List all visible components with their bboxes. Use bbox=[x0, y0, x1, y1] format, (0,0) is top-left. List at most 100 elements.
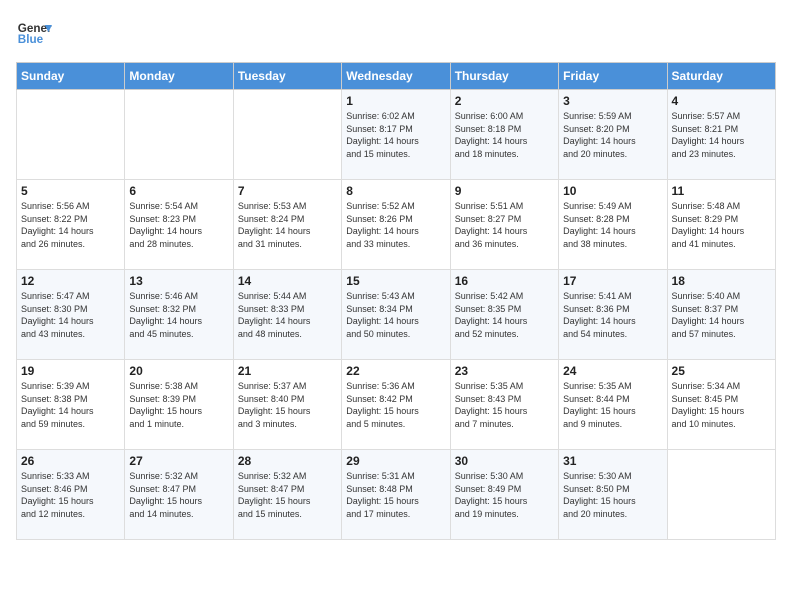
calendar-cell: 19 Sunrise: 5:39 AM Sunset: 8:38 PM Dayli… bbox=[17, 360, 125, 450]
calendar-cell: 30 Sunrise: 5:30 AM Sunset: 8:49 PM Dayli… bbox=[450, 450, 558, 540]
day-number: 1 bbox=[346, 94, 445, 108]
day-number: 5 bbox=[21, 184, 120, 198]
calendar-cell: 15 Sunrise: 5:43 AM Sunset: 8:34 PM Dayli… bbox=[342, 270, 450, 360]
day-info: Sunrise: 5:57 AM Sunset: 8:21 PM Dayligh… bbox=[672, 110, 771, 160]
day-info: Sunrise: 5:52 AM Sunset: 8:26 PM Dayligh… bbox=[346, 200, 445, 250]
day-info: Sunrise: 6:00 AM Sunset: 8:18 PM Dayligh… bbox=[455, 110, 554, 160]
calendar-cell: 20 Sunrise: 5:38 AM Sunset: 8:39 PM Dayli… bbox=[125, 360, 233, 450]
calendar-cell: 3 Sunrise: 5:59 AM Sunset: 8:20 PM Daylig… bbox=[559, 90, 667, 180]
day-info: Sunrise: 5:41 AM Sunset: 8:36 PM Dayligh… bbox=[563, 290, 662, 340]
day-info: Sunrise: 5:32 AM Sunset: 8:47 PM Dayligh… bbox=[238, 470, 337, 520]
day-number: 4 bbox=[672, 94, 771, 108]
calendar-cell: 25 Sunrise: 5:34 AM Sunset: 8:45 PM Dayli… bbox=[667, 360, 775, 450]
weekday-header-monday: Monday bbox=[125, 63, 233, 90]
day-number: 6 bbox=[129, 184, 228, 198]
weekday-header-friday: Friday bbox=[559, 63, 667, 90]
day-number: 12 bbox=[21, 274, 120, 288]
calendar-cell: 14Sunrise: 5:44 AM Sunset: 8:33 PM Dayli… bbox=[233, 270, 341, 360]
day-number: 27 bbox=[129, 454, 228, 468]
day-number: 13 bbox=[129, 274, 228, 288]
day-number: 3 bbox=[563, 94, 662, 108]
calendar-cell: 1 Sunrise: 6:02 AM Sunset: 8:17 PM Daylig… bbox=[342, 90, 450, 180]
day-number: 22 bbox=[346, 364, 445, 378]
day-number: 31 bbox=[563, 454, 662, 468]
weekday-header-tuesday: Tuesday bbox=[233, 63, 341, 90]
calendar-cell: 18 Sunrise: 5:40 AM Sunset: 8:37 PM Dayli… bbox=[667, 270, 775, 360]
day-info: Sunrise: 5:56 AM Sunset: 8:22 PM Dayligh… bbox=[21, 200, 120, 250]
calendar-cell: 28 Sunrise: 5:32 AM Sunset: 8:47 PM Dayli… bbox=[233, 450, 341, 540]
calendar-cell: 10Sunrise: 5:49 AM Sunset: 8:28 PM Dayli… bbox=[559, 180, 667, 270]
calendar-cell bbox=[233, 90, 341, 180]
day-info: Sunrise: 5:53 AM Sunset: 8:24 PM Dayligh… bbox=[238, 200, 337, 250]
day-number: 26 bbox=[21, 454, 120, 468]
day-number: 17 bbox=[563, 274, 662, 288]
calendar-cell: 23 Sunrise: 5:35 AM Sunset: 8:43 PM Dayli… bbox=[450, 360, 558, 450]
day-number: 15 bbox=[346, 274, 445, 288]
day-info: Sunrise: 5:38 AM Sunset: 8:39 PM Dayligh… bbox=[129, 380, 228, 430]
day-number: 18 bbox=[672, 274, 771, 288]
day-info: Sunrise: 5:51 AM Sunset: 8:27 PM Dayligh… bbox=[455, 200, 554, 250]
calendar-cell: 12Sunrise: 5:47 AM Sunset: 8:30 PM Dayli… bbox=[17, 270, 125, 360]
calendar-cell: 7Sunrise: 5:53 AM Sunset: 8:24 PM Daylig… bbox=[233, 180, 341, 270]
day-number: 8 bbox=[346, 184, 445, 198]
day-info: Sunrise: 5:32 AM Sunset: 8:47 PM Dayligh… bbox=[129, 470, 228, 520]
weekday-header-sunday: Sunday bbox=[17, 63, 125, 90]
calendar-cell: 26 Sunrise: 5:33 AM Sunset: 8:46 PM Dayli… bbox=[17, 450, 125, 540]
day-info: Sunrise: 5:54 AM Sunset: 8:23 PM Dayligh… bbox=[129, 200, 228, 250]
calendar-cell: 29 Sunrise: 5:31 AM Sunset: 8:48 PM Dayli… bbox=[342, 450, 450, 540]
calendar-week-2: 5 Sunrise: 5:56 AM Sunset: 8:22 PM Daylig… bbox=[17, 180, 776, 270]
day-info: Sunrise: 5:37 AM Sunset: 8:40 PM Dayligh… bbox=[238, 380, 337, 430]
calendar-cell: 2Sunrise: 6:00 AM Sunset: 8:18 PM Daylig… bbox=[450, 90, 558, 180]
weekday-header-wednesday: Wednesday bbox=[342, 63, 450, 90]
calendar-cell: 8 Sunrise: 5:52 AM Sunset: 8:26 PM Daylig… bbox=[342, 180, 450, 270]
calendar-week-3: 12Sunrise: 5:47 AM Sunset: 8:30 PM Dayli… bbox=[17, 270, 776, 360]
day-info: Sunrise: 5:42 AM Sunset: 8:35 PM Dayligh… bbox=[455, 290, 554, 340]
day-number: 19 bbox=[21, 364, 120, 378]
day-number: 16 bbox=[455, 274, 554, 288]
calendar-cell bbox=[125, 90, 233, 180]
day-number: 20 bbox=[129, 364, 228, 378]
calendar-cell: 31 Sunrise: 5:30 AM Sunset: 8:50 PM Dayli… bbox=[559, 450, 667, 540]
day-number: 23 bbox=[455, 364, 554, 378]
logo-icon: General Blue bbox=[16, 16, 52, 52]
calendar-cell bbox=[17, 90, 125, 180]
day-number: 14 bbox=[238, 274, 337, 288]
day-info: Sunrise: 5:39 AM Sunset: 8:38 PM Dayligh… bbox=[21, 380, 120, 430]
calendar-cell: 17 Sunrise: 5:41 AM Sunset: 8:36 PM Dayli… bbox=[559, 270, 667, 360]
calendar-cell: 4 Sunrise: 5:57 AM Sunset: 8:21 PM Daylig… bbox=[667, 90, 775, 180]
day-number: 25 bbox=[672, 364, 771, 378]
day-number: 29 bbox=[346, 454, 445, 468]
day-info: Sunrise: 6:02 AM Sunset: 8:17 PM Dayligh… bbox=[346, 110, 445, 160]
day-number: 30 bbox=[455, 454, 554, 468]
calendar-cell: 11 Sunrise: 5:48 AM Sunset: 8:29 PM Dayli… bbox=[667, 180, 775, 270]
day-info: Sunrise: 5:43 AM Sunset: 8:34 PM Dayligh… bbox=[346, 290, 445, 340]
day-info: Sunrise: 5:30 AM Sunset: 8:50 PM Dayligh… bbox=[563, 470, 662, 520]
calendar-cell: 22 Sunrise: 5:36 AM Sunset: 8:42 PM Dayli… bbox=[342, 360, 450, 450]
day-info: Sunrise: 5:31 AM Sunset: 8:48 PM Dayligh… bbox=[346, 470, 445, 520]
day-number: 28 bbox=[238, 454, 337, 468]
day-info: Sunrise: 5:30 AM Sunset: 8:49 PM Dayligh… bbox=[455, 470, 554, 520]
day-info: Sunrise: 5:33 AM Sunset: 8:46 PM Dayligh… bbox=[21, 470, 120, 520]
day-info: Sunrise: 5:40 AM Sunset: 8:37 PM Dayligh… bbox=[672, 290, 771, 340]
calendar-cell: 21Sunrise: 5:37 AM Sunset: 8:40 PM Dayli… bbox=[233, 360, 341, 450]
weekday-header-saturday: Saturday bbox=[667, 63, 775, 90]
day-info: Sunrise: 5:46 AM Sunset: 8:32 PM Dayligh… bbox=[129, 290, 228, 340]
calendar-cell: 27 Sunrise: 5:32 AM Sunset: 8:47 PM Dayli… bbox=[125, 450, 233, 540]
page-header: General Blue bbox=[16, 16, 776, 52]
day-info: Sunrise: 5:34 AM Sunset: 8:45 PM Dayligh… bbox=[672, 380, 771, 430]
calendar-table: SundayMondayTuesdayWednesdayThursdayFrid… bbox=[16, 62, 776, 540]
day-number: 9 bbox=[455, 184, 554, 198]
calendar-week-4: 19 Sunrise: 5:39 AM Sunset: 8:38 PM Dayli… bbox=[17, 360, 776, 450]
day-info: Sunrise: 5:49 AM Sunset: 8:28 PM Dayligh… bbox=[563, 200, 662, 250]
calendar-cell: 16 Sunrise: 5:42 AM Sunset: 8:35 PM Dayli… bbox=[450, 270, 558, 360]
calendar-cell: 9 Sunrise: 5:51 AM Sunset: 8:27 PM Daylig… bbox=[450, 180, 558, 270]
day-info: Sunrise: 5:48 AM Sunset: 8:29 PM Dayligh… bbox=[672, 200, 771, 250]
day-info: Sunrise: 5:36 AM Sunset: 8:42 PM Dayligh… bbox=[346, 380, 445, 430]
day-info: Sunrise: 5:59 AM Sunset: 8:20 PM Dayligh… bbox=[563, 110, 662, 160]
day-number: 11 bbox=[672, 184, 771, 198]
weekday-header-thursday: Thursday bbox=[450, 63, 558, 90]
calendar-cell: 24Sunrise: 5:35 AM Sunset: 8:44 PM Dayli… bbox=[559, 360, 667, 450]
calendar-cell: 6 Sunrise: 5:54 AM Sunset: 8:23 PM Daylig… bbox=[125, 180, 233, 270]
day-info: Sunrise: 5:35 AM Sunset: 8:43 PM Dayligh… bbox=[455, 380, 554, 430]
calendar-week-1: 1 Sunrise: 6:02 AM Sunset: 8:17 PM Daylig… bbox=[17, 90, 776, 180]
